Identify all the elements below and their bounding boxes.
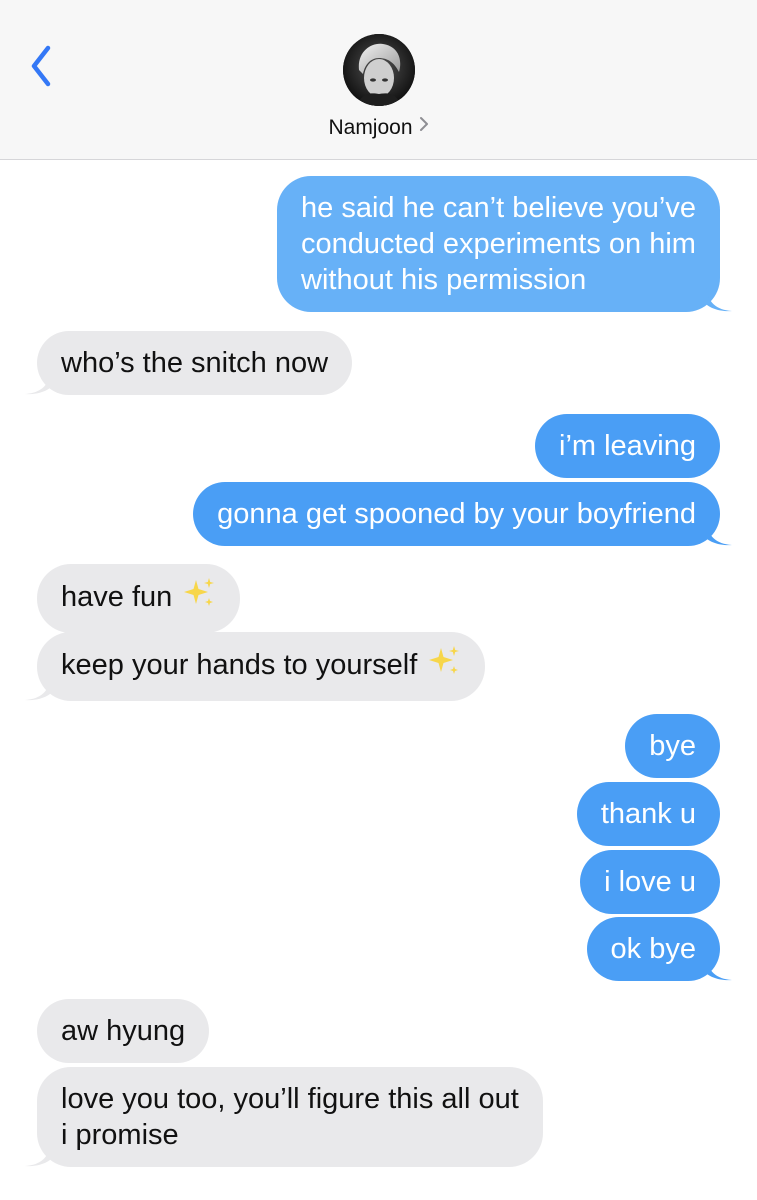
contact-avatar[interactable] bbox=[343, 34, 415, 106]
message-bubble-sent[interactable]: he said he can’t believe you’ve conducte… bbox=[277, 176, 732, 312]
contact-name-button[interactable]: Namjoon bbox=[0, 116, 757, 140]
message-text: ok bye bbox=[610, 933, 696, 965]
message-text: aw hyung bbox=[61, 1015, 186, 1047]
message-text: i love u bbox=[604, 866, 696, 898]
message-text: without his permission bbox=[301, 264, 587, 296]
bubble-tail bbox=[25, 371, 51, 395]
message-bubble-sent[interactable]: thank u bbox=[576, 782, 720, 846]
bubble-tail bbox=[25, 1143, 51, 1167]
bubble-tail bbox=[706, 288, 732, 312]
message-bubble-sent[interactable]: bye bbox=[625, 714, 720, 778]
message-text: conducted experiments on him bbox=[301, 228, 696, 260]
message-bubble-sent[interactable]: ok bye bbox=[586, 917, 732, 981]
message-text: i promise bbox=[61, 1119, 179, 1151]
sparkles-icon bbox=[182, 576, 216, 617]
message-text: love you too, you’ll figure this all out bbox=[61, 1083, 519, 1115]
bubble-tail bbox=[706, 522, 732, 546]
message-text: gonna get spooned by your boyfriend bbox=[217, 498, 696, 530]
chevron-left-icon bbox=[31, 45, 51, 87]
back-button[interactable] bbox=[24, 40, 64, 88]
message-text: thank u bbox=[600, 798, 696, 830]
imessage-screen: Namjoon he said he can’t believe you’ve … bbox=[0, 0, 757, 1200]
bubble-tail bbox=[706, 957, 732, 981]
sparkles-icon bbox=[427, 644, 461, 685]
message-text: bye bbox=[649, 730, 696, 762]
message-text: who’s the snitch now bbox=[61, 347, 329, 379]
message-bubble-sent[interactable]: i’m leaving bbox=[535, 414, 720, 478]
message-bubble-received[interactable]: who’s the snitch now bbox=[25, 331, 353, 395]
message-text: have fun bbox=[61, 581, 173, 614]
message-bubble-sent[interactable]: gonna get spooned by your boyfriend bbox=[193, 482, 732, 546]
message-text: keep your hands to yourself bbox=[61, 649, 418, 682]
message-text: he said he can’t believe you’ve bbox=[301, 192, 696, 224]
message-bubble-received[interactable]: aw hyung bbox=[37, 999, 210, 1063]
bubble-tail bbox=[25, 677, 51, 701]
message-thread: he said he can’t believe you’ve conducte… bbox=[0, 160, 757, 1200]
message-text: i’m leaving bbox=[559, 430, 696, 462]
message-bubble-sent[interactable]: i love u bbox=[580, 850, 720, 914]
message-bubble-received[interactable]: keep your hands to yourself bbox=[25, 632, 486, 701]
message-bubble-received[interactable]: have fun bbox=[37, 564, 241, 633]
message-bubble-received[interactable]: love you too, you’ll figure this all out… bbox=[25, 1067, 543, 1167]
conversation-header: Namjoon bbox=[0, 0, 757, 160]
contact-name: Namjoon bbox=[328, 116, 413, 139]
chevron-right-icon bbox=[419, 114, 429, 138]
